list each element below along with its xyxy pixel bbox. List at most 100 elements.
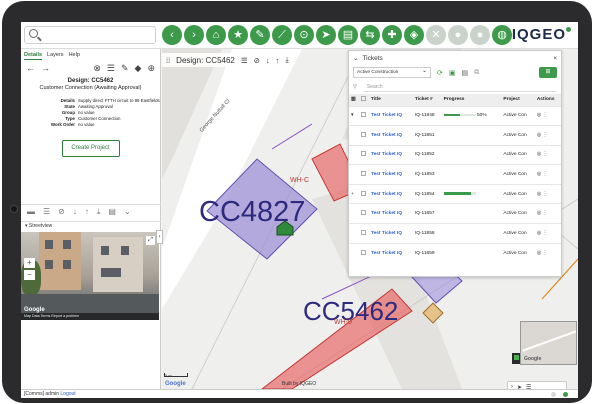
table-row[interactable]: ▾ Test Ticket IQ IQ-11848 50% Active Con ◎ ⋮ xyxy=(349,105,561,126)
overview-minimap[interactable]: Google xyxy=(520,321,577,365)
zoom-in-icon[interactable]: ⊕ xyxy=(147,63,155,74)
more-icon[interactable]: ⋮ xyxy=(542,251,547,256)
document-icon[interactable]: ▤ xyxy=(108,207,116,216)
share-icon[interactable]: ⇆ xyxy=(360,25,380,45)
back-arrow-icon[interactable]: ← xyxy=(26,63,35,73)
tab-layers[interactable]: Layers xyxy=(47,52,64,60)
row-expand[interactable] xyxy=(349,125,359,146)
drag-handle-icon[interactable]: ⁞⁞ xyxy=(166,56,170,65)
locate-icon[interactable]: ◎ xyxy=(537,211,541,216)
logout-link[interactable]: Logout xyxy=(60,391,75,397)
row-checkbox[interactable] xyxy=(359,125,369,146)
ticket-title-link[interactable]: Test Ticket IQ xyxy=(369,242,413,263)
table-row[interactable]: Test Ticket IQ IQ-11859 Active Con ◎ ⋮ xyxy=(349,242,561,263)
back-icon[interactable]: ‹ xyxy=(162,25,182,45)
more-icon[interactable]: ⋮ xyxy=(542,192,547,197)
row-expand[interactable] xyxy=(349,164,359,185)
column-header[interactable]: Title xyxy=(369,94,413,106)
locate-icon[interactable]: ◎ xyxy=(537,133,541,138)
arrow-up-icon[interactable]: ↑ xyxy=(85,207,89,216)
more-icon[interactable]: ⋮ xyxy=(542,113,547,118)
row-checkbox[interactable] xyxy=(359,223,369,244)
search-input[interactable] xyxy=(24,26,156,44)
streetview-header[interactable]: ▾ Streetview xyxy=(21,221,161,230)
more-icon[interactable]: ⋮ xyxy=(542,172,547,177)
pencil-icon[interactable]: ✎ xyxy=(250,25,270,45)
chevron-down-icon[interactable]: ⌄ xyxy=(353,54,358,62)
folder-icon[interactable]: ▬ xyxy=(27,207,35,216)
more-icon[interactable]: ⋮ xyxy=(542,231,547,236)
column-header[interactable]: Ticket # xyxy=(412,94,442,106)
table-row[interactable]: Test Ticket IQ IQ-11853 Active Con ◎ ⋮ xyxy=(349,164,561,185)
block-icon[interactable]: ⊘ xyxy=(254,56,260,65)
locate-icon[interactable]: ◎ xyxy=(537,172,541,177)
export-button[interactable]: ⊞ xyxy=(539,67,557,78)
ticket-title-link[interactable]: Test Ticket IQ xyxy=(369,125,413,146)
arrow-down-icon[interactable]: ↓ xyxy=(266,56,270,65)
navigate-icon[interactable]: ➤ xyxy=(316,25,336,45)
columns-icon[interactable]: ▥ xyxy=(349,94,359,106)
table-row[interactable]: Test Ticket IQ IQ-11857 Active Con ◎ ⋮ xyxy=(349,203,561,224)
close-circle-icon[interactable]: ⊗ xyxy=(93,63,101,74)
row-checkbox[interactable] xyxy=(359,242,369,263)
locate-icon[interactable]: ◎ xyxy=(537,192,541,197)
more-icon[interactable]: ⋮ xyxy=(542,152,547,157)
streetview-image[interactable]: + − ⤢ Google Map Data Terms Report a pro… xyxy=(21,232,159,320)
arrow-up-icon[interactable]: ↑ xyxy=(276,56,280,65)
collapse-panel-button[interactable]: ‹ xyxy=(156,230,163,244)
list-icon[interactable]: ☰ xyxy=(43,207,50,216)
close-icon[interactable]: × xyxy=(553,55,557,62)
star-icon[interactable]: ★ xyxy=(228,25,248,45)
row-checkbox[interactable] xyxy=(359,203,369,224)
sv-zoom-in-button[interactable]: + xyxy=(24,258,35,268)
globe-icon[interactable]: ◍ xyxy=(492,25,512,45)
forward-icon[interactable]: › xyxy=(184,25,204,45)
row-checkbox[interactable] xyxy=(359,183,369,204)
row-expand[interactable] xyxy=(349,223,359,244)
tab-help[interactable]: Help xyxy=(69,52,80,60)
list-icon[interactable]: ☰ xyxy=(241,56,248,65)
more-icon[interactable]: ⋮ xyxy=(542,133,547,138)
more-icon[interactable]: ⋮ xyxy=(542,211,547,216)
locate-icon[interactable]: ◎ xyxy=(537,231,541,236)
ticket-title-link[interactable]: Test Ticket IQ xyxy=(369,164,413,185)
ruler-icon[interactable]: ⟋ xyxy=(272,25,292,45)
ticket-title-link[interactable]: Test Ticket IQ xyxy=(369,203,413,224)
row-checkbox[interactable] xyxy=(359,105,369,126)
table-row[interactable]: Test Ticket IQ IQ-11852 Active Con ◎ ⋮ xyxy=(349,144,561,165)
select-all-checkbox[interactable] xyxy=(359,94,369,106)
column-header[interactable]: Actions xyxy=(534,94,561,106)
locate-icon[interactable]: ◎ xyxy=(537,152,541,157)
download-icon[interactable]: ⤓ xyxy=(285,55,288,65)
locate-icon[interactable]: ◎ xyxy=(537,113,541,118)
row-expand[interactable]: + xyxy=(349,183,359,204)
row-checkbox[interactable] xyxy=(359,164,369,185)
home-icon[interactable]: ⌂ xyxy=(206,25,226,45)
sv-zoom-out-button[interactable]: − xyxy=(24,270,35,280)
download-icon[interactable]: ⤓ xyxy=(97,207,101,217)
row-expand[interactable] xyxy=(349,144,359,165)
document-icon[interactable]: ▤ xyxy=(462,69,469,77)
expand-icon[interactable]: ⤢ xyxy=(146,236,155,245)
layers-icon[interactable]: ◈ xyxy=(404,25,424,45)
tab-details[interactable]: Details xyxy=(24,52,43,60)
network-icon[interactable]: ✚ xyxy=(382,25,402,45)
edit-icon[interactable]: ✎ xyxy=(121,63,129,74)
row-expand[interactable]: ▾ xyxy=(349,105,359,126)
arrow-down-icon[interactable]: ↓ xyxy=(73,207,77,216)
ticket-title-link[interactable]: Test Ticket IQ xyxy=(369,223,413,244)
table-row[interactable]: Test Ticket IQ IQ-11858 Active Con ◎ ⋮ xyxy=(349,223,561,244)
chevron-down-icon[interactable]: ⌄ xyxy=(124,207,131,216)
refresh-icon[interactable]: ⟳ xyxy=(437,69,443,77)
locate-icon[interactable]: ◎ xyxy=(537,251,541,256)
diamond-icon[interactable]: ◆ xyxy=(135,63,142,74)
block-icon[interactable]: ⊘ xyxy=(58,207,65,216)
row-checkbox[interactable] xyxy=(359,144,369,165)
table-row[interactable]: + Test Ticket IQ IQ-11854 Active Con ◎ ⋮ xyxy=(349,183,561,204)
table-row[interactable]: Test Ticket IQ IQ-11851 Active Con ◎ ⋮ xyxy=(349,125,561,146)
print-icon[interactable]: ▤ xyxy=(338,25,358,45)
ticket-title-link[interactable]: Test Ticket IQ xyxy=(369,144,413,165)
project-filter-select[interactable]: Active Construction xyxy=(353,66,431,78)
list-icon[interactable]: ☰ xyxy=(107,63,115,74)
column-header[interactable]: Project xyxy=(501,94,535,106)
